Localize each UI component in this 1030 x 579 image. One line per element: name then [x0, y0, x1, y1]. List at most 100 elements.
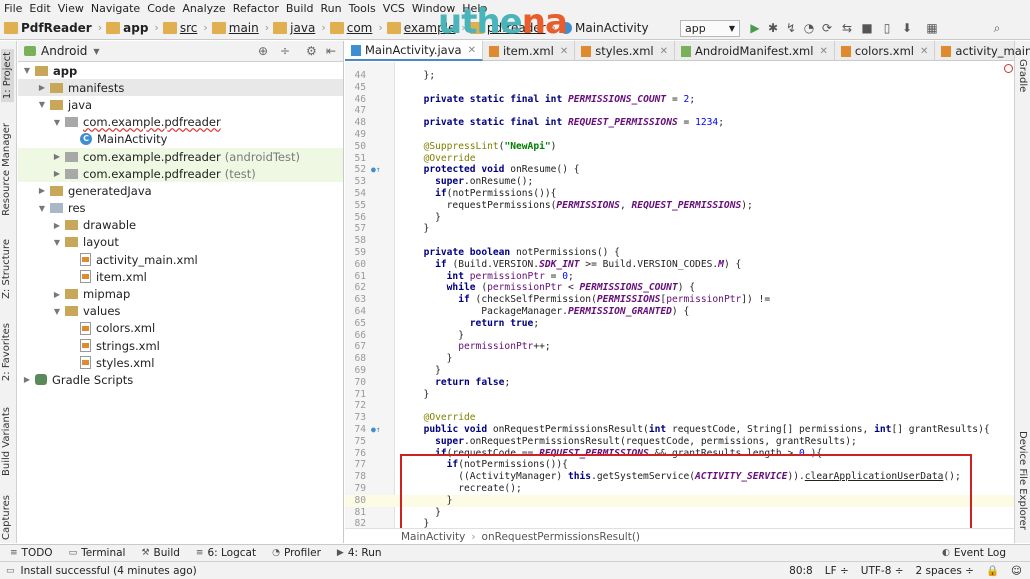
code-line[interactable]: 49 [345, 129, 1014, 141]
attach-icon[interactable]: ↯ [784, 21, 798, 35]
breadcrumb-class[interactable]: MainActivity [401, 531, 465, 543]
close-icon[interactable]: ✕ [660, 46, 668, 57]
code-line[interactable]: 58 [345, 235, 1014, 247]
menu-item-file[interactable]: File [4, 2, 22, 15]
search-everywhere-icon[interactable]: ⌕ [990, 21, 1004, 35]
tree-item-java[interactable]: ▼ java [18, 96, 343, 113]
code-line[interactable]: 67 permissionPtr++; [345, 341, 1014, 353]
inspection-warning-icon[interactable] [1004, 64, 1013, 73]
close-icon[interactable]: ✕ [560, 46, 568, 57]
code-line[interactable]: 74 ●↑ public void onRequestPermissionsRes… [345, 424, 1014, 436]
code-line[interactable]: 60 if (Build.VERSION.SDK_INT >= Build.VE… [345, 259, 1014, 271]
menu-item-run[interactable]: Run [321, 2, 342, 15]
chevron-right-icon[interactable]: ▶ [37, 186, 47, 195]
gradle-sync-icon[interactable]: ⇆ [840, 21, 854, 35]
tree-item-res[interactable]: ▼ res [18, 200, 343, 217]
menu-item-refactor[interactable]: Refactor [233, 2, 279, 15]
file-encoding[interactable]: UTF-8 ÷ [861, 565, 904, 577]
locate-icon[interactable]: ⊕ [258, 44, 268, 58]
tree-item-gradle-scripts[interactable]: ▶ Gradle Scripts [18, 371, 343, 388]
code-line[interactable]: 52 ●↑ protected void onResume() { [345, 164, 1014, 176]
indent-setting[interactable]: 2 spaces ÷ [916, 565, 974, 577]
menu-item-view[interactable]: View [58, 2, 84, 15]
menu-item-edit[interactable]: Edit [29, 2, 50, 15]
override-marker-icon[interactable]: ●↑ [371, 424, 381, 436]
build-variants-tool-tab[interactable]: Build Variants [1, 407, 12, 476]
avd-manager-icon[interactable]: ▯ [880, 21, 894, 35]
caret-position[interactable]: 80:8 [789, 565, 813, 577]
breadcrumb-method[interactable]: onRequestPermissionsResult() [482, 531, 640, 543]
tree-item-com-example-pdfreader[interactable]: ▶ com.example.pdfreader (androidTest) [18, 147, 343, 166]
chevron-down-icon[interactable]: ▼ [52, 118, 62, 127]
chevron-down-icon[interactable]: ▼ [22, 66, 32, 75]
tree-item-layout[interactable]: ▼ layout [18, 234, 343, 251]
tree-item-item-xml[interactable]: item.xml [18, 268, 343, 285]
close-icon[interactable]: ✕ [819, 46, 827, 57]
line-separator[interactable]: LF ÷ [825, 565, 849, 577]
tab-mainactivity-java[interactable]: MainActivity.java ✕ [345, 41, 483, 61]
breadcrumb-item[interactable]: src [162, 21, 197, 35]
code-line[interactable]: 73 @Override [345, 412, 1014, 424]
project-structure-icon[interactable]: ▦ [925, 21, 939, 35]
code-line[interactable]: 54 if(notPermissions()){ [345, 188, 1014, 200]
profile-icon[interactable]: ◔ [802, 21, 816, 35]
chevron-down-icon[interactable]: ▼ [37, 204, 47, 213]
tree-item-strings-xml[interactable]: strings.xml [18, 337, 343, 354]
favorites-tool-tab[interactable]: 2: Favorites [1, 323, 12, 381]
breadcrumb-item[interactable]: MainActivity [560, 21, 649, 35]
breadcrumb-item[interactable]: app [106, 21, 148, 35]
breadcrumb-item[interactable]: com [329, 21, 372, 35]
tree-item-manifests[interactable]: ▶ manifests [18, 79, 343, 97]
code-line[interactable]: 66 } [345, 330, 1014, 342]
chevron-right-icon[interactable]: ▶ [37, 83, 47, 92]
chevron-right-icon[interactable]: ▶ [52, 221, 62, 230]
tree-item-mipmap[interactable]: ▶ mipmap [18, 285, 343, 302]
tree-item-activity-main-xml[interactable]: activity_main.xml [18, 251, 343, 268]
code-line[interactable]: 56 } [345, 212, 1014, 224]
code-line[interactable]: 59 private boolean notPermissions() { [345, 247, 1014, 259]
code-line[interactable]: 69 } [345, 365, 1014, 377]
tool-button-4-run[interactable]: ▶ 4: Run [337, 547, 382, 559]
tree-item-mainactivity[interactable]: C MainActivity [18, 131, 343, 148]
chevron-right-icon[interactable]: ▶ [52, 169, 62, 178]
structure-tool-tab[interactable]: Z: Structure [1, 239, 12, 299]
run-icon[interactable]: ▶ [748, 21, 762, 35]
code-line[interactable]: 50 @SuppressLint("NewApi") [345, 141, 1014, 153]
code-line[interactable]: 62 while (permissionPtr < PERMISSIONS_CO… [345, 282, 1014, 294]
menu-item-build[interactable]: Build [286, 2, 314, 15]
tree-item-generatedjava[interactable]: ▶ generatedJava [18, 182, 343, 199]
sdk-manager-icon[interactable]: ⬇ [900, 21, 914, 35]
breadcrumb-item[interactable]: main [211, 21, 259, 35]
tool-button-build[interactable]: ⚒ Build [141, 547, 179, 559]
chevron-down-icon[interactable]: ▼ [52, 307, 62, 316]
collapse-all-icon[interactable]: ÷ [280, 44, 290, 58]
tree-item-colors-xml[interactable]: colors.xml [18, 320, 343, 337]
close-icon[interactable]: ✕ [920, 46, 928, 57]
chevron-down-icon[interactable]: ▼ [93, 47, 99, 56]
tree-item-drawable[interactable]: ▶ drawable [18, 217, 343, 234]
captures-tool-tab[interactable]: Captures [1, 495, 12, 540]
tree-item-values[interactable]: ▼ values [18, 303, 343, 320]
code-line[interactable]: 63 if (checkSelfPermission(PERMISSIONS[p… [345, 294, 1014, 306]
code-line[interactable]: 64 PackageManager.PERMISSION_GRANTED) { [345, 306, 1014, 318]
tree-item-com-example-pdfreader[interactable]: ▼ com.example.pdfreader [18, 114, 343, 131]
code-line[interactable]: 55 requestPermissions(PERMISSIONS, REQUE… [345, 200, 1014, 212]
code-line[interactable]: 57 } [345, 223, 1014, 235]
breadcrumb-item[interactable]: PdfReader [4, 21, 92, 35]
code-line[interactable]: 75 super.onRequestPermissionsResult(requ… [345, 436, 1014, 448]
chevron-down-icon[interactable]: ▼ [52, 238, 62, 247]
menu-item-code[interactable]: Code [147, 2, 175, 15]
stop-icon[interactable]: ■ [860, 21, 874, 35]
status-toggle-icon[interactable]: ▭ [6, 566, 15, 576]
project-tool-tab[interactable]: 1: Project [1, 49, 14, 103]
tab-androidmanifest-xml[interactable]: AndroidManifest.xml ✕ [675, 41, 835, 61]
chevron-right-icon[interactable]: ▶ [22, 375, 32, 384]
run-configuration-select[interactable]: app ▼ [680, 20, 740, 37]
gradle-tool-tab[interactable]: Gradle [1017, 59, 1028, 92]
close-icon[interactable]: ✕ [468, 45, 476, 56]
code-line[interactable]: 51 @Override [345, 153, 1014, 165]
override-marker-icon[interactable]: ●↑ [371, 164, 381, 176]
code-line[interactable]: 44 }; [345, 70, 1014, 82]
tab-styles-xml[interactable]: styles.xml ✕ [575, 41, 676, 61]
menu-item-analyze[interactable]: Analyze [182, 2, 225, 15]
